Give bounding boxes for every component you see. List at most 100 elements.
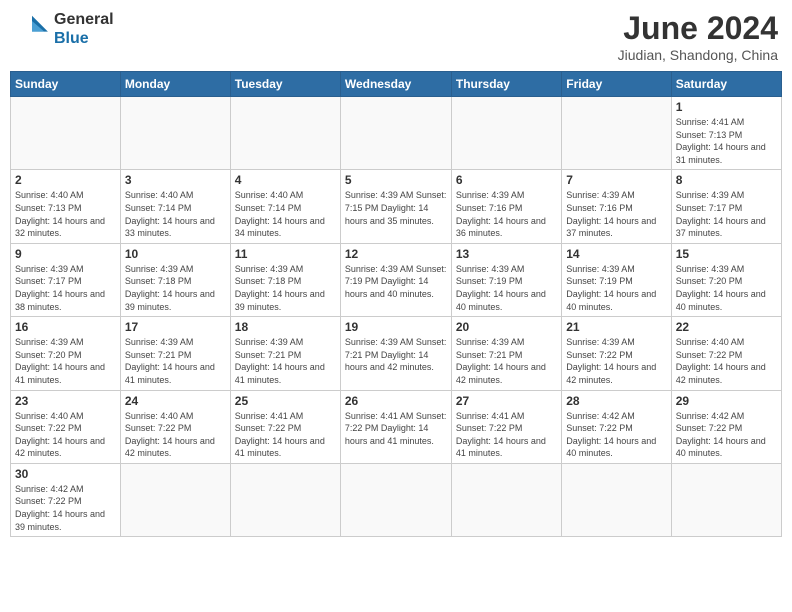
day-number: 21 <box>566 320 666 334</box>
calendar-cell: 9 Sunrise: 4:39 AM Sunset: 7:17 PM Daylig… <box>11 243 121 316</box>
day-info: Sunrise: 4:41 AM Sunset: 7:13 PM Dayligh… <box>676 116 777 166</box>
day-info: Sunrise: 4:39 AM Sunset: 7:21 PM Dayligh… <box>345 336 447 374</box>
calendar-cell: 22 Sunrise: 4:40 AM Sunset: 7:22 PM Dayli… <box>671 317 781 390</box>
day-number: 9 <box>15 247 116 261</box>
day-number: 3 <box>125 173 226 187</box>
calendar-cell <box>451 463 561 536</box>
col-tuesday: Tuesday <box>230 72 340 97</box>
calendar-week-6: 30 Sunrise: 4:42 AM Sunset: 7:22 PM Dayli… <box>11 463 782 536</box>
col-thursday: Thursday <box>451 72 561 97</box>
day-number: 30 <box>15 467 116 481</box>
header: General Blue June 2024 Jiudian, Shandong… <box>10 10 782 63</box>
logo: General Blue <box>14 10 114 48</box>
day-number: 5 <box>345 173 447 187</box>
calendar-subtitle: Jiudian, Shandong, China <box>618 47 778 63</box>
day-number: 29 <box>676 394 777 408</box>
calendar-cell <box>340 97 451 170</box>
calendar-cell: 15Sunrise: 4:39 AM Sunset: 7:20 PM Dayli… <box>671 243 781 316</box>
calendar-cell: 6 Sunrise: 4:39 AM Sunset: 7:16 PM Daylig… <box>451 170 561 243</box>
calendar-cell: 1 Sunrise: 4:41 AM Sunset: 7:13 PM Daylig… <box>671 97 781 170</box>
day-number: 22 <box>676 320 777 334</box>
calendar-title: June 2024 <box>618 10 778 47</box>
calendar-cell: 18 Sunrise: 4:39 AM Sunset: 7:21 PM Dayli… <box>230 317 340 390</box>
calendar-cell <box>230 463 340 536</box>
day-number: 8 <box>676 173 777 187</box>
calendar-cell: 25Sunrise: 4:41 AM Sunset: 7:22 PM Dayli… <box>230 390 340 463</box>
day-info: Sunrise: 4:40 AM Sunset: 7:22 PM Dayligh… <box>15 410 116 460</box>
calendar-cell <box>120 97 230 170</box>
day-info: Sunrise: 4:39 AM Sunset: 7:19 PM Dayligh… <box>345 263 447 301</box>
day-number: 17 <box>125 320 226 334</box>
day-info: Sunrise: 4:39 AM Sunset: 7:18 PM Dayligh… <box>235 263 336 313</box>
calendar-cell: 30 Sunrise: 4:42 AM Sunset: 7:22 PM Dayli… <box>11 463 121 536</box>
day-number: 4 <box>235 173 336 187</box>
day-info: Sunrise: 4:41 AM Sunset: 7:22 PM Dayligh… <box>456 410 557 460</box>
logo-line1: General <box>54 10 114 29</box>
day-number: 15 <box>676 247 777 261</box>
calendar-week-5: 23 Sunrise: 4:40 AM Sunset: 7:22 PM Dayli… <box>11 390 782 463</box>
day-number: 1 <box>676 100 777 114</box>
day-number: 26 <box>345 394 447 408</box>
calendar-week-4: 16Sunrise: 4:39 AM Sunset: 7:20 PM Dayli… <box>11 317 782 390</box>
day-number: 2 <box>15 173 116 187</box>
day-info: Sunrise: 4:42 AM Sunset: 7:22 PM Dayligh… <box>676 410 777 460</box>
day-number: 16 <box>15 320 116 334</box>
day-info: Sunrise: 4:39 AM Sunset: 7:21 PM Dayligh… <box>125 336 226 386</box>
day-info: Sunrise: 4:42 AM Sunset: 7:22 PM Dayligh… <box>15 483 116 533</box>
day-number: 10 <box>125 247 226 261</box>
calendar-cell: 12Sunrise: 4:39 AM Sunset: 7:19 PM Dayli… <box>340 243 451 316</box>
logo-line2: Blue <box>54 29 114 48</box>
day-info: Sunrise: 4:39 AM Sunset: 7:15 PM Dayligh… <box>345 189 447 227</box>
calendar-cell <box>11 97 121 170</box>
calendar-cell: 19 Sunrise: 4:39 AM Sunset: 7:21 PM Dayli… <box>340 317 451 390</box>
day-number: 20 <box>456 320 557 334</box>
day-number: 6 <box>456 173 557 187</box>
calendar-cell: 29 Sunrise: 4:42 AM Sunset: 7:22 PM Dayli… <box>671 390 781 463</box>
calendar-cell: 10 Sunrise: 4:39 AM Sunset: 7:18 PM Dayli… <box>120 243 230 316</box>
col-wednesday: Wednesday <box>340 72 451 97</box>
day-info: Sunrise: 4:40 AM Sunset: 7:13 PM Dayligh… <box>15 189 116 239</box>
day-number: 23 <box>15 394 116 408</box>
calendar-cell: 16Sunrise: 4:39 AM Sunset: 7:20 PM Dayli… <box>11 317 121 390</box>
day-info: Sunrise: 4:39 AM Sunset: 7:18 PM Dayligh… <box>125 263 226 313</box>
col-friday: Friday <box>562 72 671 97</box>
calendar-cell: 11 Sunrise: 4:39 AM Sunset: 7:18 PM Dayli… <box>230 243 340 316</box>
calendar-cell <box>562 463 671 536</box>
calendar-week-2: 2 Sunrise: 4:40 AM Sunset: 7:13 PM Daylig… <box>11 170 782 243</box>
calendar-cell <box>562 97 671 170</box>
day-number: 11 <box>235 247 336 261</box>
calendar-cell <box>451 97 561 170</box>
day-info: Sunrise: 4:39 AM Sunset: 7:22 PM Dayligh… <box>566 336 666 386</box>
day-info: Sunrise: 4:40 AM Sunset: 7:22 PM Dayligh… <box>676 336 777 386</box>
calendar-cell: 20Sunrise: 4:39 AM Sunset: 7:21 PM Dayli… <box>451 317 561 390</box>
day-info: Sunrise: 4:40 AM Sunset: 7:14 PM Dayligh… <box>125 189 226 239</box>
day-number: 19 <box>345 320 447 334</box>
day-info: Sunrise: 4:39 AM Sunset: 7:16 PM Dayligh… <box>456 189 557 239</box>
day-number: 28 <box>566 394 666 408</box>
day-info: Sunrise: 4:39 AM Sunset: 7:16 PM Dayligh… <box>566 189 666 239</box>
calendar-cell: 5 Sunrise: 4:39 AM Sunset: 7:15 PM Daylig… <box>340 170 451 243</box>
calendar-cell: 4 Sunrise: 4:40 AM Sunset: 7:14 PM Daylig… <box>230 170 340 243</box>
day-info: Sunrise: 4:41 AM Sunset: 7:22 PM Dayligh… <box>345 410 447 448</box>
day-info: Sunrise: 4:39 AM Sunset: 7:19 PM Dayligh… <box>456 263 557 313</box>
calendar-cell: 8 Sunrise: 4:39 AM Sunset: 7:17 PM Daylig… <box>671 170 781 243</box>
calendar-cell: 21 Sunrise: 4:39 AM Sunset: 7:22 PM Dayli… <box>562 317 671 390</box>
calendar-cell: 27Sunrise: 4:41 AM Sunset: 7:22 PM Dayli… <box>451 390 561 463</box>
calendar-cell: 7Sunrise: 4:39 AM Sunset: 7:16 PM Daylig… <box>562 170 671 243</box>
day-number: 13 <box>456 247 557 261</box>
calendar-cell: 3 Sunrise: 4:40 AM Sunset: 7:14 PM Daylig… <box>120 170 230 243</box>
col-monday: Monday <box>120 72 230 97</box>
day-info: Sunrise: 4:39 AM Sunset: 7:19 PM Dayligh… <box>566 263 666 313</box>
calendar-cell <box>340 463 451 536</box>
day-info: Sunrise: 4:39 AM Sunset: 7:21 PM Dayligh… <box>235 336 336 386</box>
calendar-cell: 13 Sunrise: 4:39 AM Sunset: 7:19 PM Dayli… <box>451 243 561 316</box>
day-number: 18 <box>235 320 336 334</box>
calendar-cell: 26 Sunrise: 4:41 AM Sunset: 7:22 PM Dayli… <box>340 390 451 463</box>
calendar-cell <box>671 463 781 536</box>
day-number: 24 <box>125 394 226 408</box>
day-info: Sunrise: 4:39 AM Sunset: 7:17 PM Dayligh… <box>15 263 116 313</box>
day-info: Sunrise: 4:39 AM Sunset: 7:17 PM Dayligh… <box>676 189 777 239</box>
col-sunday: Sunday <box>11 72 121 97</box>
col-saturday: Saturday <box>671 72 781 97</box>
day-info: Sunrise: 4:40 AM Sunset: 7:14 PM Dayligh… <box>235 189 336 239</box>
